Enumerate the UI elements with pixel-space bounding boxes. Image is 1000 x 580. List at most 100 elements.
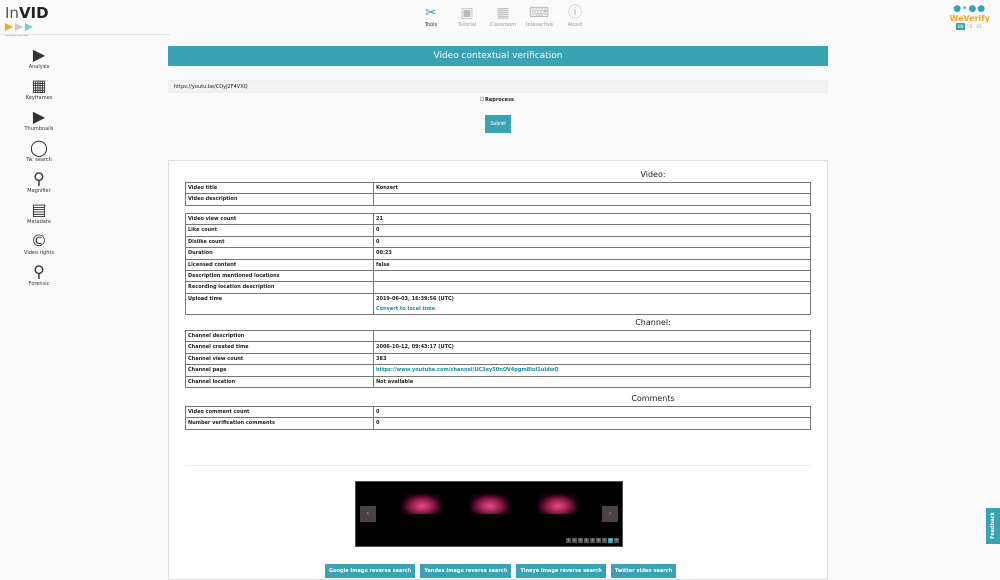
table-row: Channel view count 383 — [185, 352, 811, 366]
row-label: Channel view count — [185, 352, 374, 366]
row-value: 00:23 — [373, 247, 811, 260]
carousel-page-3[interactable]: 3 — [578, 538, 583, 543]
reverse-search-buttons: Google Image reverse search Yandex Image … — [325, 564, 677, 578]
row-value: 2006-10-12, 09:43:17 (UTC) — [373, 341, 811, 354]
value-text: Not available — [376, 378, 414, 385]
info-icon: ⓘ — [568, 5, 582, 21]
carousel-prev-button[interactable]: ‹ — [360, 506, 376, 522]
table-row: Video view count 21 — [185, 212, 811, 226]
row-label: Description mentioned locations — [185, 269, 374, 283]
row-value: 0 — [373, 417, 811, 430]
nav-tools[interactable]: ✂ Tools — [418, 4, 444, 28]
nav-about[interactable]: ⓘ About — [562, 4, 588, 28]
row-value: 383 — [373, 352, 811, 366]
row-value: 0 — [373, 405, 811, 419]
carousel-page-4[interactable]: 4 — [584, 538, 589, 543]
lang-en[interactable]: EN — [955, 23, 966, 30]
row-value — [373, 281, 811, 294]
sidebar-item-video-rights[interactable]: © Video rights — [22, 231, 56, 262]
value-text: 0 — [376, 409, 380, 415]
sidebar-item-forensic[interactable]: ⚲ Forensic — [22, 262, 56, 293]
nav-tutorial[interactable]: ▣ Tutorial — [454, 4, 480, 28]
lang-fr[interactable]: FR — [965, 23, 974, 30]
table-row: Channel created time 2006-10-12, 09:43:17… — [185, 341, 811, 354]
document-icon: ▤ — [31, 200, 47, 219]
copyright-icon: © — [31, 231, 47, 250]
table-row: Dislike count 0 — [185, 235, 811, 249]
tools-icon: ✂ — [425, 5, 437, 21]
magnifier-icon: ⚲ — [33, 169, 45, 188]
keyframe-image — [470, 494, 510, 514]
sidebar-item-thumbnails[interactable]: ▶ Thumbnails — [22, 107, 56, 138]
carousel-next-button[interactable]: › — [602, 506, 618, 522]
youtube-icon: ▶ — [32, 107, 46, 126]
convert-local-time-link[interactable]: Convert to local time — [376, 306, 435, 312]
row-value: false — [373, 258, 811, 271]
row-label: Licensed content — [185, 258, 374, 271]
carousel-page-9[interactable]: 9 — [614, 538, 619, 543]
lang-es[interactable]: ES — [975, 23, 984, 30]
tineye-image-reverse-search-button[interactable]: Tineye Image reverse search — [516, 564, 606, 578]
keyframe-image — [402, 494, 442, 514]
row-value: Not available — [373, 375, 811, 388]
carousel-page-6[interactable]: 6 — [596, 538, 601, 543]
sidebar-item-magnifier[interactable]: ⚲ Magnifier — [22, 169, 56, 200]
carousel-page-8[interactable]: 8 — [608, 538, 613, 543]
carousel-page-7[interactable]: 7 — [602, 538, 607, 543]
carousel-page-2[interactable]: 2 — [572, 538, 577, 543]
twitter-video-search-button[interactable]: Twitter video search — [610, 564, 677, 578]
row-label: Channel description — [185, 329, 374, 343]
video-table-2: Video view count 21 Like count 0 Dislike cou… — [185, 212, 811, 315]
feedback-tab[interactable]: Feedback — [986, 508, 1000, 544]
row-label: Video view count — [185, 212, 374, 226]
row-value: 0 — [373, 235, 811, 249]
sidebar-item-tw-search[interactable]: ◯ Tw. search — [22, 138, 56, 169]
sidebar: ▶ Analysis ▦ Keyframes ▶ Thumbnails ◯ Tw. searc… — [22, 45, 56, 293]
carousel-page-1[interactable]: 1 — [566, 538, 571, 543]
channel-page-link[interactable]: https://www.youtube.com/channel/UC3ey50n… — [376, 367, 559, 373]
table-row: Licensed content false — [185, 258, 811, 271]
value-text: false — [376, 261, 390, 268]
value-text: Konzert — [376, 185, 398, 191]
table-row: Description mentioned locations — [185, 269, 811, 283]
nav-interactive[interactable]: ⌨ Interactive — [526, 4, 553, 28]
sidebar-item-label: Forensic — [28, 281, 50, 287]
carousel-page-5[interactable]: 5 — [590, 538, 595, 543]
reprocess-checkbox[interactable]: Reprocess — [480, 97, 514, 103]
nav-classroom[interactable]: ▦ Classroom — [490, 4, 516, 28]
results-panel: Video: Video title Konzert Video descripti… — [168, 160, 828, 580]
google-image-reverse-search-button[interactable]: Google Image reverse search — [325, 564, 416, 578]
value-text: 2019-06-03, 16:39:56 (UTC) — [376, 295, 454, 302]
submit-button[interactable]: Submit — [485, 115, 511, 133]
sidebar-item-label: Metadata — [27, 219, 51, 225]
row-label: Channel created time — [185, 341, 374, 354]
url-input[interactable]: https://youtu.be/CDyJ2F4VXQ — [168, 80, 828, 93]
checkbox-icon[interactable] — [480, 97, 484, 101]
nav-label: Interactive — [526, 22, 553, 28]
row-value — [373, 269, 811, 283]
row-value — [373, 193, 811, 206]
row-label: Dislike count — [185, 235, 374, 249]
sidebar-item-analysis[interactable]: ▶ Analysis — [22, 45, 56, 76]
row-value: 0 — [373, 224, 811, 237]
sidebar-item-keyframes[interactable]: ▦ Keyframes — [22, 76, 56, 107]
value-text: 2006-10-12, 09:43:17 (UTC) — [376, 344, 454, 351]
value-text: 21 — [376, 216, 383, 222]
row-label: Recording location description — [185, 281, 374, 294]
film-icon: ▦ — [31, 76, 47, 95]
row-label: Video description — [185, 193, 374, 206]
value-text: 0 — [376, 420, 380, 427]
row-label: Like count — [185, 224, 374, 237]
play-icon: ▶ — [32, 45, 46, 64]
table-row: Channel location Not available — [185, 375, 811, 388]
row-value — [373, 329, 811, 343]
row-value: 21 — [373, 212, 811, 226]
twitter-icon: ◯ — [30, 138, 48, 157]
value-text: 0 — [376, 227, 380, 234]
yandex-image-reverse-search-button[interactable]: Yandex Image reverse search — [420, 564, 512, 578]
table-row: Video description — [185, 193, 811, 206]
table-row: Duration 00:23 — [185, 247, 811, 260]
classroom-icon: ▦ — [496, 5, 510, 21]
page-title: Video contextual verification — [168, 46, 828, 66]
sidebar-item-metadata[interactable]: ▤ Metadata — [22, 200, 56, 231]
